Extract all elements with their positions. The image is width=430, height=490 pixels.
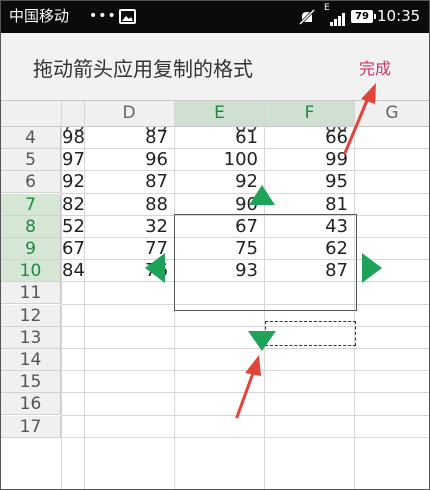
- cell-e-4[interactable]: 61: [175, 127, 258, 149]
- paste-target-range: [265, 321, 356, 346]
- grid-line-horizontal: [61, 348, 429, 349]
- done-button[interactable]: 完成: [359, 55, 391, 79]
- cell-d-4[interactable]: 87: [85, 127, 168, 149]
- arrow-right-handle[interactable]: [362, 253, 392, 285]
- row-header-16[interactable]: 16: [1, 393, 61, 416]
- cell-e-6[interactable]: 92: [175, 171, 258, 193]
- row-header-10[interactable]: 10: [1, 260, 61, 283]
- signal-icon: E: [324, 3, 348, 27]
- column-header-e[interactable]: E: [175, 101, 265, 127]
- cell-e-7[interactable]: 90: [175, 194, 258, 216]
- page-title: 拖动箭头应用复制的格式: [33, 57, 253, 81]
- title-bar: 拖动箭头应用复制的格式 完成: [1, 33, 429, 101]
- column-header-f[interactable]: F: [265, 101, 355, 127]
- grid-line-horizontal: [61, 414, 429, 416]
- cell-d-6[interactable]: 87: [85, 171, 168, 193]
- corner-header[interactable]: [1, 101, 62, 127]
- row-header-11[interactable]: 11: [1, 282, 61, 305]
- row-header-13[interactable]: 13: [1, 326, 61, 349]
- grid-line-horizontal: [61, 370, 429, 372]
- cell-f-4[interactable]: 66: [265, 127, 348, 149]
- grid-line-horizontal: [61, 392, 429, 394]
- arrow-left-handle[interactable]: [145, 253, 175, 285]
- spreadsheet-grid[interactable]: 80858979 D E F G 49887616659796100996928…: [1, 101, 429, 489]
- battery-icon: 79: [351, 10, 376, 23]
- column-header-d[interactable]: D: [84, 101, 175, 127]
- status-bar: 中国移动 ••• E 79 10:35: [1, 1, 429, 33]
- row-header-9[interactable]: 9: [1, 238, 61, 260]
- cell-d-5[interactable]: 96: [85, 149, 168, 171]
- selection-range: [174, 214, 357, 311]
- row-header-5[interactable]: 5: [1, 149, 61, 172]
- column-header-g[interactable]: G: [355, 101, 429, 127]
- cell-e-5[interactable]: 100: [175, 149, 258, 171]
- grid-line-horizontal: [61, 436, 429, 438]
- row-header-17[interactable]: 17: [1, 415, 61, 438]
- grid-line-horizontal: [61, 325, 429, 327]
- app-frame: 中国移动 ••• E 79 10:35 拖动箭头应用复制的格式 完成 D E F…: [0, 0, 430, 490]
- cell-f-5[interactable]: 99: [265, 149, 348, 171]
- notification-dots: •••: [89, 8, 117, 24]
- column-header-c[interactable]: [62, 101, 85, 127]
- row-header-4[interactable]: 4: [1, 127, 61, 149]
- arrow-down-handle[interactable]: [248, 331, 278, 363]
- image-icon: [119, 9, 136, 24]
- row-header-8[interactable]: 8: [1, 215, 61, 238]
- row-header-15[interactable]: 15: [1, 371, 61, 394]
- cell-d-7[interactable]: 88: [85, 194, 168, 216]
- row-header-12[interactable]: 12: [1, 304, 61, 327]
- row-header-6[interactable]: 6: [1, 171, 61, 194]
- row-header-7[interactable]: 7: [1, 193, 61, 216]
- cell-d-8[interactable]: 32: [85, 216, 168, 238]
- row-header-14[interactable]: 14: [1, 349, 61, 371]
- clock: 10:35: [377, 7, 421, 25]
- arrow-up-handle[interactable]: [249, 185, 279, 217]
- mute-icon: [298, 8, 316, 26]
- carrier-label: 中国移动: [9, 7, 70, 25]
